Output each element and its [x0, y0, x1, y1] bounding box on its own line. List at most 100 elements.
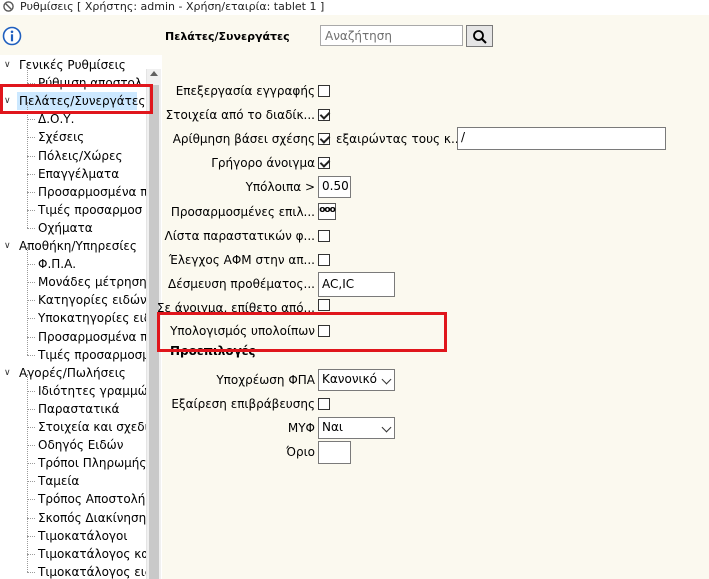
doc-list-label: Λίστα παραστατικών φ... [164, 229, 315, 243]
tree-guide-line [27, 300, 35, 302]
scroll-up-arrow-icon[interactable] [150, 71, 158, 76]
tree-item[interactable]: Τιμές προσαρμοσμ [38, 346, 150, 364]
tree-guide-line [27, 373, 28, 572]
tree-item[interactable]: Τρόποι Πληρωμής [38, 454, 146, 472]
tree-item[interactable]: Ιδιότητες γραμμών [38, 382, 154, 400]
tree-guide-line [27, 427, 35, 428]
edit-record-label: Επεξεργασία εγγραφής [175, 84, 315, 98]
tree-group[interactable]: ∨ Γενικές Ρυθμίσεις [4, 56, 126, 74]
tree-item[interactable]: Πόλεις/Χώρες [38, 147, 123, 165]
chevron-down-icon [381, 422, 392, 433]
tree-item[interactable]: Προσαρμοσμένα π [38, 328, 147, 346]
tree-item[interactable]: Τρόπος Αποστολή [38, 490, 145, 508]
vat-obligation-select[interactable]: Κανονικό [318, 369, 395, 391]
tree-item[interactable]: Υποκατηγορίες ειδ [38, 309, 151, 327]
prefix-binding-field[interactable]: AC,IC [318, 272, 395, 297]
tree-group-label: Πελάτες/Συνεργάτες [19, 94, 146, 109]
tree-item[interactable]: Οχήματα [38, 219, 93, 237]
tree-guide-line [27, 227, 35, 229]
tree-guide-line [27, 119, 35, 121]
excluding-label: εξαιρώντας τους κ... [336, 132, 463, 146]
settings-app-icon [3, 1, 14, 12]
data-from-process-checkbox[interactable] [318, 109, 330, 121]
tree-guide-line [27, 390, 35, 392]
tree-guide-line [27, 155, 35, 157]
tree-item[interactable]: Σχέσεις [38, 128, 84, 146]
tree-guide-line [27, 445, 35, 447]
calc-balances-label: Υπολογισμός υπολοίπων [170, 324, 315, 338]
tree-guide-line [27, 83, 35, 85]
tree-item[interactable]: Επαγγέλματα [38, 165, 119, 183]
tree-item[interactable]: Οδηγός Ειδών [38, 436, 123, 454]
tree-item[interactable]: Φ.Π.Α. [38, 255, 76, 273]
tree-item[interactable]: Μονάδες μέτρησης [38, 273, 154, 291]
search-input[interactable] [320, 25, 463, 46]
myf-select[interactable]: Ναι [318, 417, 395, 439]
tree-item[interactable]: Παραστατικά [38, 400, 119, 418]
tree-item[interactable]: Δ.Ο.Υ. [38, 110, 74, 128]
tree-guide-line [27, 571, 35, 573]
tree-guide-line [27, 247, 28, 355]
vat-check-checkbox[interactable] [318, 254, 330, 266]
tree-guide-line [27, 191, 35, 193]
tree-item[interactable]: Στοιχεία και σχεδι [38, 418, 149, 436]
edit-record-checkbox[interactable] [318, 85, 330, 97]
verification-exempt-checkbox[interactable] [318, 398, 330, 410]
tree-group[interactable]: ∨ Πελάτες/Συνεργάτες [4, 92, 146, 110]
custom-options-label: Προσαρμοσμένες επιλ... [170, 205, 315, 219]
prefix-binding-label: Δέσμευση προθέματος... [168, 277, 315, 291]
search-icon [472, 30, 487, 44]
section-title: Πελάτες/Συνεργάτες [165, 30, 290, 43]
custom-options-button[interactable]: ooo [318, 203, 336, 220]
data-from-process-label: Στοιχεία από το διαδίκ... [165, 108, 315, 122]
verification-exempt-label: Εξαίρεση επιβράβευσης [171, 397, 315, 411]
tree-item[interactable]: Προσαρμοσμένα π [38, 183, 147, 201]
tree-guide-line [27, 517, 35, 519]
tree-item[interactable]: Ρύθμιση αποστολ [38, 74, 142, 92]
balances-label: Υπόλοιπα > [245, 180, 315, 194]
search-button[interactable] [466, 25, 493, 47]
tree-item[interactable]: Τιμές προσαρμοσ [38, 201, 142, 219]
tree-group[interactable]: ∨ Αγορές/Πωλήσεις [4, 364, 126, 382]
balances-field[interactable]: 0.50 [318, 176, 351, 198]
tree-group-label: Αγορές/Πωλήσεις [19, 365, 126, 380]
quick-open-label: Γρήγορο άνοιγμα [211, 156, 315, 170]
expand-arrow-icon[interactable]: ∨ [4, 56, 11, 74]
tree-item[interactable]: Ταμεία [38, 472, 79, 490]
tree-guide-line [27, 535, 35, 537]
calc-balances-checkbox[interactable] [318, 325, 330, 337]
tree-item[interactable]: Τιμοκατάλογοι [38, 527, 127, 545]
tree-guide-line [27, 463, 35, 465]
settings-tree[interactable]: ∨ Γενικές Ρυθμίσεις Ρύθμιση αποστολ ∨ Πελάτε… [0, 55, 162, 579]
quick-open-checkbox[interactable] [318, 157, 330, 169]
info-icon[interactable] [2, 26, 22, 46]
vat-obligation-label: Υποχρέωση ΦΠΑ [216, 373, 315, 387]
tree-item[interactable]: Σκοπός Διακίνηση [38, 509, 146, 527]
tree-item[interactable]: Τιμοκατάλογος κα [38, 545, 149, 563]
tree-guide-line [27, 137, 35, 139]
excluding-field[interactable]: / [457, 127, 666, 150]
on-open-label: Σε άνοιγμα, επίθετο από... [156, 301, 315, 313]
tree-group-label: Γενικές Ρυθμίσεις [19, 58, 126, 72]
limit-field[interactable] [318, 441, 351, 464]
scrollbar-thumb[interactable] [149, 85, 159, 579]
myf-value: Ναι [322, 420, 343, 434]
tree-guide-line [27, 102, 28, 228]
tree-guide-line [27, 499, 35, 501]
tree-item[interactable]: Κατηγορίες ειδών [38, 291, 147, 309]
tree-guide-line [27, 264, 35, 266]
numbering-by-relation-checkbox[interactable] [318, 133, 330, 145]
chevron-down-icon [381, 374, 392, 385]
doc-list-checkbox[interactable] [318, 230, 330, 242]
expand-arrow-icon[interactable]: ∨ [4, 92, 11, 110]
on-open-checkbox[interactable] [318, 299, 330, 311]
tree-group[interactable]: ∨ Αποθήκη/Υπηρεσίες [4, 237, 137, 255]
tree-guide-line [27, 66, 28, 84]
tree-guide-line [27, 553, 35, 555]
tree-scrollbar[interactable] [146, 69, 161, 579]
expand-arrow-icon[interactable]: ∨ [4, 364, 11, 382]
expand-arrow-icon[interactable]: ∨ [4, 237, 11, 255]
tree-guide-line [27, 282, 35, 284]
tree-item[interactable]: Τιμοκατάλογος ειδ [38, 563, 152, 579]
vat-check-label: Έλεγχος ΑΦΜ στην απ... [168, 253, 315, 267]
